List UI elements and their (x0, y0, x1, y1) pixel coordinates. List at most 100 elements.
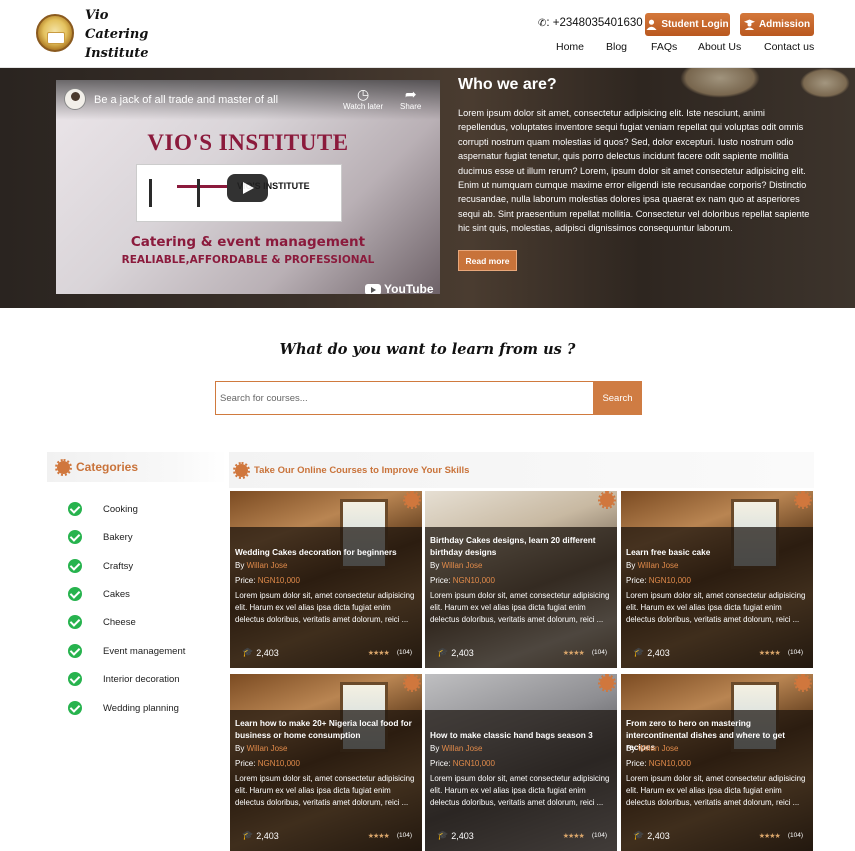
review-count: (104) (787, 832, 803, 839)
nav-home[interactable]: Home (556, 41, 584, 53)
course-description: Lorem ipsum dolor sit, amet consectetur … (626, 774, 806, 807)
category-craftsy[interactable]: Craftsy (68, 558, 133, 574)
badge-icon (403, 491, 421, 509)
logo-bar (177, 185, 227, 188)
search-button[interactable]: Search (593, 381, 642, 415)
rating-stars: ★★★★ (367, 832, 390, 840)
badge-icon (598, 674, 616, 692)
course-search-input[interactable]: Search for courses... (215, 381, 593, 415)
nav-blog[interactable]: Blog (606, 41, 627, 53)
gear-icon (55, 458, 72, 476)
youtube-icon (365, 283, 381, 294)
rating-stars: ★★★★ (367, 649, 390, 657)
categories-header: Categories (47, 452, 227, 482)
graduation-cap-icon: 🎓 (437, 647, 449, 657)
share-button[interactable]: ➦ Share (400, 86, 421, 111)
course-author: By Willan Jose (430, 744, 483, 753)
youtube-logo[interactable]: YouTube (365, 282, 434, 294)
gear-icon (233, 461, 250, 479)
nav-faqs[interactable]: FAQs (651, 41, 677, 53)
course-footer: 🎓 2,403 ★★★★ (104) (437, 647, 607, 658)
who-we-are-text: Lorem ipsum dolor sit amet, consectetur … (458, 108, 810, 234)
course-price: Price: NGN10,000 (235, 759, 300, 768)
brand-line: Vio (85, 8, 109, 23)
course-title[interactable]: Learn how to make 20+ Nigeria local food… (235, 717, 417, 741)
student-count: 2,403 (256, 647, 279, 658)
category-wedding-planning[interactable]: Wedding planning (68, 700, 179, 716)
admission-label: Admission (758, 19, 811, 30)
student-count: 2,403 (451, 647, 474, 658)
share-label: Share (400, 102, 422, 111)
course-card[interactable]: Birthday Cakes designs, learn 20 differe… (425, 491, 617, 668)
course-description: Lorem ipsum dolor sit, amet consectetur … (235, 774, 415, 807)
watch-later-button[interactable]: ◷ Watch later (343, 86, 383, 111)
graduation-cap-icon: 🎓 (633, 647, 645, 657)
course-description: Lorem ipsum dolor sit, amet consectetur … (430, 774, 610, 807)
check-circle-icon (68, 502, 82, 516)
video-title[interactable]: Be a jack of all trade and master of all (94, 94, 278, 106)
review-count: (104) (787, 649, 803, 656)
user-graduate-icon (743, 19, 755, 30)
course-card[interactable]: Learn free basic cake By Willan Jose Pri… (621, 491, 813, 668)
check-circle-icon (68, 701, 82, 715)
learn-heading: What do you want to learn from us ? (279, 341, 576, 358)
badge-icon (794, 491, 812, 509)
category-event-management[interactable]: Event management (68, 643, 185, 659)
check-circle-icon (68, 672, 82, 686)
admission-button[interactable]: Admission (740, 13, 814, 36)
course-author: By Willan Jose (235, 561, 288, 570)
rating-stars: ★★★★ (758, 649, 781, 657)
hero-section: Be a jack of all trade and master of all… (0, 68, 855, 308)
categories-title: Categories (76, 460, 139, 474)
category-cooking[interactable]: Cooking (68, 501, 138, 517)
course-title[interactable]: Learn free basic cake (626, 546, 808, 558)
courses-header: Take Our Online Courses to Improve Your … (229, 452, 814, 488)
course-title[interactable]: Birthday Cakes designs, learn 20 differe… (430, 534, 612, 558)
logo-icon[interactable] (36, 14, 74, 52)
user-icon (646, 19, 657, 30)
check-circle-icon (68, 587, 82, 601)
course-price: Price: NGN10,000 (430, 576, 495, 585)
badge-icon (794, 674, 812, 692)
video-player[interactable]: Be a jack of all trade and master of all… (56, 80, 440, 294)
video-line-catering: Catering & event management (130, 234, 366, 250)
graduation-cap-icon: 🎓 (242, 647, 254, 657)
who-we-are-title: Who we are? (458, 76, 557, 93)
clock-icon: ◷ (356, 86, 370, 102)
course-card[interactable]: From zero to hero on mastering intercont… (621, 674, 813, 851)
course-footer: 🎓 2,403 ★★★★ (104) (242, 647, 412, 658)
course-footer: 🎓 2,403 ★★★★ (104) (242, 830, 412, 841)
badge-icon (403, 674, 421, 692)
category-interior-decoration[interactable]: Interior decoration (68, 671, 180, 687)
courses-title: Take Our Online Courses to Improve Your … (254, 464, 470, 476)
read-more-button[interactable]: Read more (458, 250, 517, 271)
category-bakery[interactable]: Bakery (68, 529, 133, 545)
brand-name[interactable]: Vio Catering Institute (85, 6, 149, 63)
course-card[interactable]: How to make classic hand bags season 3 B… (425, 674, 617, 851)
brand-line: Catering (85, 27, 149, 42)
student-count: 2,403 (451, 830, 474, 841)
course-price: Price: NGN10,000 (430, 759, 495, 768)
channel-avatar[interactable] (64, 88, 86, 110)
category-cakes[interactable]: Cakes (68, 586, 130, 602)
video-line-tagline: REALIABLE,AFFORDABLE & PROFESSIONAL (121, 254, 375, 266)
rating-stars: ★★★★ (562, 832, 585, 840)
course-title[interactable]: Wedding Cakes decoration for beginners (235, 546, 417, 558)
logo-bar (149, 179, 152, 207)
brand-line: Institute (85, 46, 149, 61)
review-count: (104) (396, 649, 412, 656)
play-button[interactable] (227, 174, 268, 202)
course-card[interactable]: Learn how to make 20+ Nigeria local food… (230, 674, 422, 851)
course-price: Price: NGN10,000 (626, 576, 691, 585)
student-login-button[interactable]: Student Login (645, 13, 730, 36)
graduation-cap-icon: 🎓 (242, 830, 254, 840)
student-count: 2,403 (647, 647, 670, 658)
course-card[interactable]: Wedding Cakes decoration for beginners B… (230, 491, 422, 668)
course-footer: 🎓 2,403 ★★★★ (104) (633, 830, 803, 841)
course-title[interactable]: How to make classic hand bags season 3 (430, 729, 612, 741)
course-author: By Willan Jose (235, 744, 288, 753)
course-author: By Willan Jose (626, 744, 679, 753)
nav-contact-us[interactable]: Contact us (764, 41, 814, 53)
category-cheese[interactable]: Cheese (68, 614, 136, 630)
nav-about-us[interactable]: About Us (698, 41, 741, 53)
